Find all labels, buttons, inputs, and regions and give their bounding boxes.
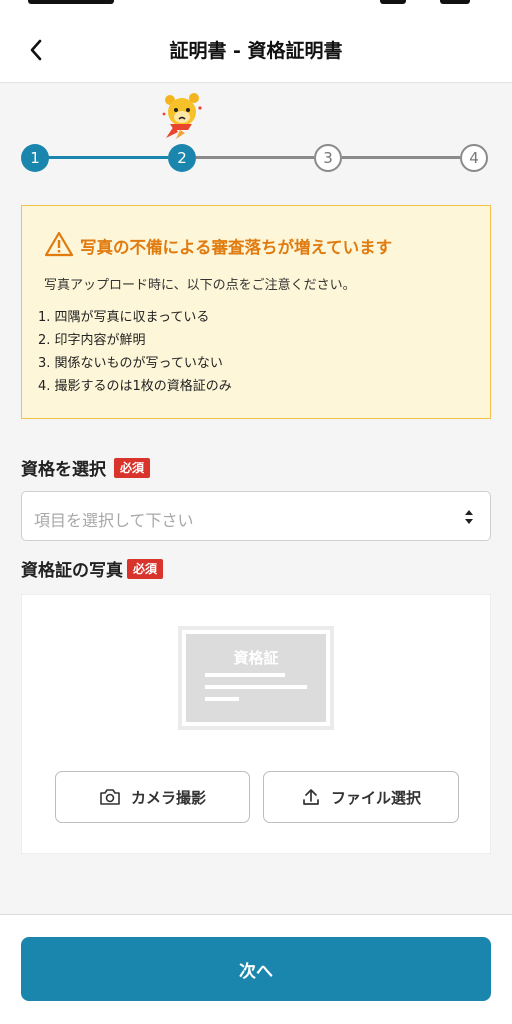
warning-triangle-icon xyxy=(44,231,74,257)
checklist-item: 4. 撮影するのは1枚の資格証のみ xyxy=(38,379,232,394)
step-connector xyxy=(342,156,460,159)
photo-label-text: 資格証の写真 xyxy=(21,561,123,581)
progress-stepper: 1 2 3 4 xyxy=(0,90,512,190)
file-select-button[interactable]: ファイル選択 xyxy=(263,771,459,823)
required-badge: 必須 xyxy=(114,457,151,478)
photo-upload-card: 資格証 カメラ撮影 ファイル選択 xyxy=(21,594,491,854)
page-title: 証明書 - 資格証明書 xyxy=(169,40,343,62)
sort-caret-icon xyxy=(465,510,473,524)
bear-mascot-icon xyxy=(162,93,202,139)
camera-icon xyxy=(100,789,120,805)
step-1: 1 xyxy=(21,144,49,172)
checklist-item: 2. 印字内容が鮮明 xyxy=(38,333,146,348)
certificate-placeholder-label: 資格証 xyxy=(233,649,279,667)
status-bar xyxy=(0,0,512,14)
status-bar-battery-fragment xyxy=(440,0,470,4)
file-select-button-label: ファイル選択 xyxy=(330,788,421,807)
camera-capture-button-label: カメラ撮影 xyxy=(130,788,206,807)
checklist-item: 1. 四隅が写真に収まっている xyxy=(38,310,210,325)
step-2-current: 2 xyxy=(168,144,196,172)
step-3: 3 xyxy=(314,144,342,172)
photo-label: 資格証の写真 必須 xyxy=(21,556,164,581)
next-button[interactable]: 次へ xyxy=(21,937,491,1001)
notice-checklist: 1. 四隅が写真に収まっている 2. 印字内容が鮮明 3. 関係ないものが写って… xyxy=(38,306,232,398)
camera-capture-button[interactable]: カメラ撮影 xyxy=(55,771,250,823)
status-bar-clock-fragment xyxy=(28,0,114,4)
required-badge: 必須 xyxy=(127,558,164,579)
notice-title: 写真の不備による審査落ちが増えています xyxy=(80,238,393,257)
status-bar-signal-fragment xyxy=(380,0,406,4)
step-4: 4 xyxy=(460,144,488,172)
app-header: 証明書 - 資格証明書 xyxy=(0,14,512,83)
photo-warning-notice: 写真の不備による審査落ちが増えています 写真アップロード時に、以下の点をご注意く… xyxy=(21,205,491,419)
step-connector-complete xyxy=(48,156,168,159)
bottom-action-bar: 次へ xyxy=(0,914,512,1024)
qualification-label: 資格を選択 必須 xyxy=(21,455,151,480)
qualification-select[interactable]: 項目を選択して下さい xyxy=(21,491,491,541)
step-connector xyxy=(196,156,314,159)
certificate-icon xyxy=(178,626,334,730)
qualification-select-placeholder: 項目を選択して下さい xyxy=(34,511,194,530)
certificate-placeholder-illustration: 資格証 xyxy=(177,625,335,731)
page: 証明書 - 資格証明書 1 2 3 4 写真の不備による審査落ちが増えています … xyxy=(0,0,512,1024)
notice-description: 写真アップロード時に、以下の点をご注意ください。 xyxy=(44,278,356,293)
upload-icon xyxy=(303,789,319,805)
checklist-item: 3. 関係ないものが写っていない xyxy=(38,356,223,371)
qualification-label-text: 資格を選択 xyxy=(21,460,106,480)
